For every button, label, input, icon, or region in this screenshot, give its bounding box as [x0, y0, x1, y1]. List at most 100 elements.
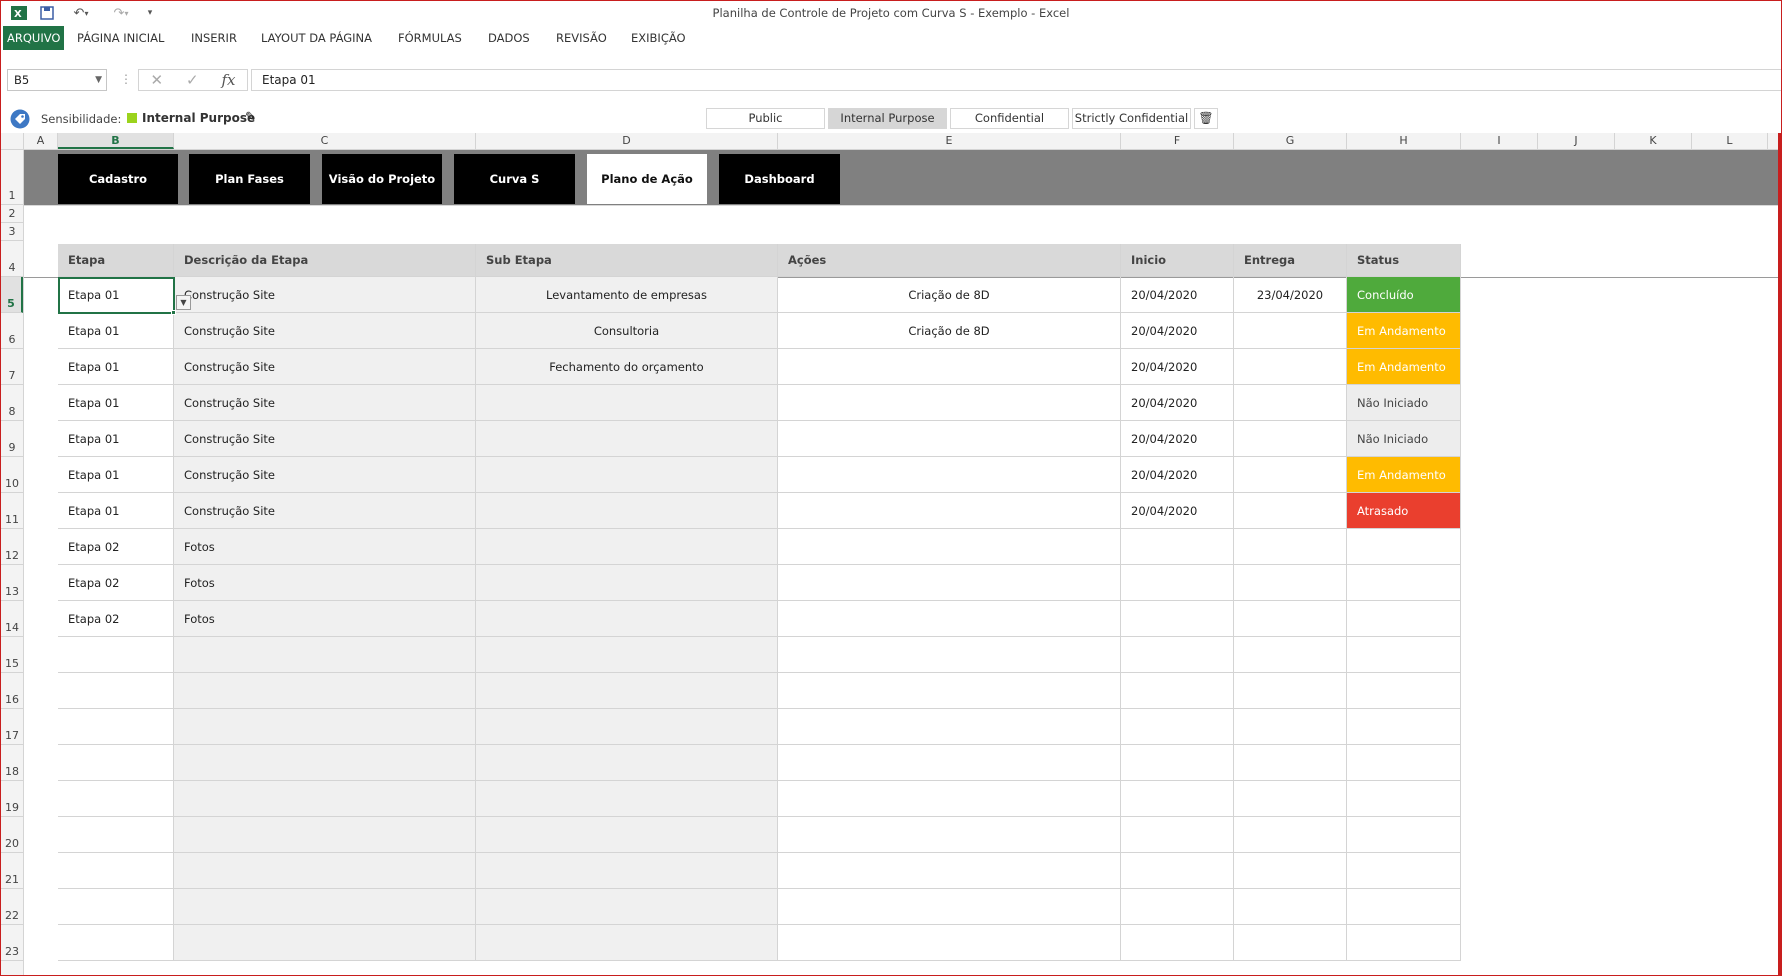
cell-status[interactable] [1347, 565, 1461, 601]
cell-sub-etapa[interactable] [476, 925, 778, 961]
tab-inserir[interactable]: INSERIR [187, 26, 241, 50]
cell-etapa[interactable] [58, 781, 174, 817]
cell-acoes[interactable] [778, 781, 1121, 817]
cell-status[interactable]: Em Andamento [1347, 457, 1461, 493]
cell-acoes[interactable] [778, 889, 1121, 925]
cell-inicio[interactable] [1121, 529, 1234, 565]
row-header-21[interactable]: 21 [1, 853, 23, 889]
cell-acoes[interactable] [778, 709, 1121, 745]
cell-etapa[interactable]: Etapa 02 [58, 601, 174, 637]
cell-entrega[interactable] [1234, 529, 1347, 565]
cell-inicio[interactable] [1121, 565, 1234, 601]
column-header-i[interactable]: I [1461, 133, 1538, 149]
cell-status[interactable] [1347, 601, 1461, 637]
cell-sub-etapa[interactable] [476, 817, 778, 853]
cell-descricao[interactable] [174, 925, 476, 961]
cell-sub-etapa[interactable] [476, 529, 778, 565]
cell-entrega[interactable]: 23/04/2020 [1234, 277, 1347, 313]
sensitivity-internal-button[interactable]: Internal Purpose [828, 108, 947, 129]
cell-status[interactable] [1347, 817, 1461, 853]
cell-entrega[interactable] [1234, 781, 1347, 817]
cell-status[interactable]: Atrasado [1347, 493, 1461, 529]
cell-descricao[interactable]: Construção Site [174, 313, 476, 349]
cell-entrega[interactable] [1234, 421, 1347, 457]
tab-pagina-inicial[interactable]: PÁGINA INICIAL [73, 26, 168, 50]
cell-entrega[interactable] [1234, 565, 1347, 601]
cell-descricao[interactable]: Construção Site [174, 385, 476, 421]
cell-inicio[interactable]: 20/04/2020 [1121, 457, 1234, 493]
cell-sub-etapa[interactable] [476, 601, 778, 637]
cell-status[interactable]: Não Iniciado [1347, 385, 1461, 421]
cell-acoes[interactable] [778, 745, 1121, 781]
cell-etapa[interactable]: Etapa 01 [58, 385, 174, 421]
check-icon[interactable]: ✓ [186, 71, 199, 89]
cell-sub-etapa[interactable] [476, 565, 778, 601]
sensitivity-tag-icon[interactable] [10, 109, 30, 132]
cell-descricao[interactable]: Construção Site [174, 277, 476, 313]
cell-acoes[interactable]: Criação de 8D [778, 277, 1121, 313]
cell-entrega[interactable] [1234, 925, 1347, 961]
nav-visao-do-projeto-button[interactable]: Visão do Projeto [322, 154, 442, 204]
cell-acoes[interactable] [778, 637, 1121, 673]
cell-acoes[interactable] [778, 457, 1121, 493]
cell-inicio[interactable]: 20/04/2020 [1121, 421, 1234, 457]
tab-layout-da-pagina[interactable]: LAYOUT DA PÁGINA [257, 26, 376, 50]
row-header-5[interactable]: 5 [1, 277, 23, 313]
row-header-16[interactable]: 16 [1, 673, 23, 709]
cell-entrega[interactable] [1234, 457, 1347, 493]
row-header-15[interactable]: 15 [1, 637, 23, 673]
cell-sub-etapa[interactable] [476, 673, 778, 709]
cell-descricao[interactable] [174, 889, 476, 925]
nav-plan-fases-button[interactable]: Plan Fases [189, 154, 310, 204]
cell-entrega[interactable] [1234, 313, 1347, 349]
more-options-icon[interactable]: ⋮ [120, 72, 132, 86]
cell-inicio[interactable] [1121, 925, 1234, 961]
column-header-b[interactable]: B [58, 133, 174, 149]
cell-status[interactable] [1347, 709, 1461, 745]
cell-status[interactable] [1347, 745, 1461, 781]
cell-entrega[interactable] [1234, 673, 1347, 709]
cell-sub-etapa[interactable] [476, 493, 778, 529]
cell-inicio[interactable]: 20/04/2020 [1121, 313, 1234, 349]
cell-sub-etapa[interactable] [476, 709, 778, 745]
cell-entrega[interactable] [1234, 637, 1347, 673]
row-header-10[interactable]: 10 [1, 457, 23, 493]
cell-entrega[interactable] [1234, 385, 1347, 421]
cell-status[interactable] [1347, 889, 1461, 925]
cell-acoes[interactable] [778, 529, 1121, 565]
cell-entrega[interactable] [1234, 709, 1347, 745]
pencil-icon[interactable]: ✎ [245, 110, 256, 125]
cell-acoes[interactable] [778, 925, 1121, 961]
cell-acoes[interactable] [778, 493, 1121, 529]
cell-status[interactable]: Em Andamento [1347, 349, 1461, 385]
sensitivity-confidential-button[interactable]: Confidential [950, 108, 1069, 129]
cell-acoes[interactable] [778, 817, 1121, 853]
sensitivity-public-button[interactable]: Public [706, 108, 825, 129]
cell-etapa[interactable] [58, 709, 174, 745]
name-box[interactable]: B5 ▼ [7, 69, 107, 91]
cell-descricao[interactable]: Fotos [174, 529, 476, 565]
column-header-g[interactable]: G [1234, 133, 1347, 149]
cell-inicio[interactable] [1121, 781, 1234, 817]
cell-status[interactable] [1347, 781, 1461, 817]
cell-sub-etapa[interactable] [476, 745, 778, 781]
cell-status[interactable] [1347, 673, 1461, 709]
cell-inicio[interactable] [1121, 709, 1234, 745]
cell-acoes[interactable] [778, 421, 1121, 457]
column-header-c[interactable]: C [174, 133, 476, 149]
row-header-3[interactable]: 3 [1, 223, 23, 241]
row-header-6[interactable]: 6 [1, 313, 23, 349]
row-header-12[interactable]: 12 [1, 529, 23, 565]
row-header-13[interactable]: 13 [1, 565, 23, 601]
tab-revisao[interactable]: REVISÃO [552, 26, 611, 50]
nav-dashboard-button[interactable]: Dashboard [719, 154, 840, 204]
cell-descricao[interactable]: Construção Site [174, 457, 476, 493]
cell-inicio[interactable] [1121, 745, 1234, 781]
cell-descricao[interactable] [174, 781, 476, 817]
row-header-20[interactable]: 20 [1, 817, 23, 853]
cell-acoes[interactable] [778, 673, 1121, 709]
cell-etapa[interactable] [58, 925, 174, 961]
cell-inicio[interactable]: 20/04/2020 [1121, 493, 1234, 529]
cell-etapa[interactable]: Etapa 01 [58, 349, 174, 385]
fill-handle[interactable] [171, 310, 176, 315]
